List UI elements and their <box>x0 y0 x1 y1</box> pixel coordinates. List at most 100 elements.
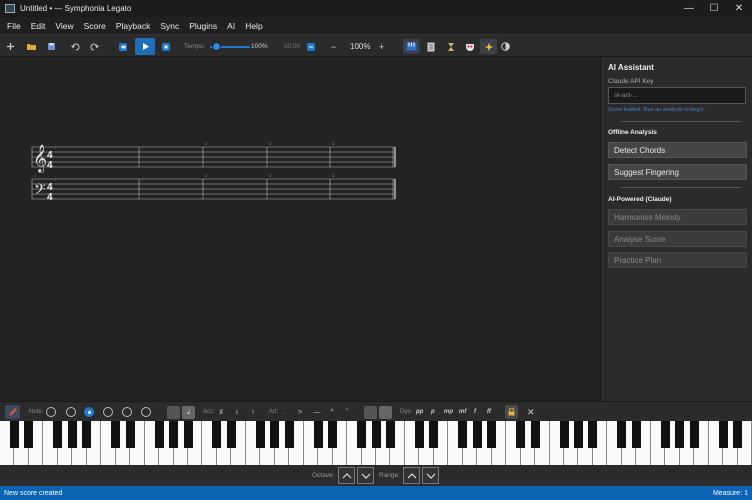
menu-sync[interactable]: Sync <box>155 21 184 31</box>
pen-icon[interactable] <box>5 405 20 419</box>
natural-button[interactable]: ♮ <box>249 405 257 419</box>
play-icon[interactable] <box>135 38 155 55</box>
flat-button[interactable]: ♭ <box>233 405 241 419</box>
detect-chords-button[interactable]: Detect Chords <box>608 142 747 158</box>
slur-toggle[interactable] <box>379 406 392 419</box>
redo-icon[interactable] <box>87 39 102 54</box>
black-key[interactable] <box>9 421 19 448</box>
black-key[interactable] <box>385 421 395 448</box>
black-key[interactable] <box>429 421 439 448</box>
black-key[interactable] <box>270 421 280 448</box>
black-key[interactable] <box>733 421 743 448</box>
staccato-button[interactable]: . <box>281 405 289 419</box>
black-key[interactable] <box>371 421 381 448</box>
minimize-button[interactable]: — <box>676 0 702 17</box>
octave-up-button[interactable] <box>338 467 355 484</box>
black-key[interactable] <box>718 421 728 448</box>
black-key[interactable] <box>631 421 641 448</box>
black-key[interactable] <box>675 421 685 448</box>
save-icon[interactable] <box>44 39 59 54</box>
black-key[interactable] <box>154 421 164 448</box>
score-view-icon[interactable] <box>423 39 438 54</box>
black-key[interactable] <box>588 421 598 448</box>
menu-edit[interactable]: Edit <box>26 21 51 31</box>
theme-toggle-icon[interactable] <box>498 39 513 54</box>
menu-playback[interactable]: Playback <box>111 21 156 31</box>
black-key[interactable] <box>82 421 92 448</box>
fermata-button[interactable]: ^ <box>328 405 336 419</box>
close-button[interactable]: ✕ <box>726 0 752 17</box>
dynamic-mf[interactable]: mf <box>459 405 466 419</box>
black-key[interactable] <box>530 421 540 448</box>
piano-keyboard[interactable] <box>0 421 752 465</box>
black-key[interactable] <box>573 421 583 448</box>
metronome-icon[interactable] <box>303 39 318 54</box>
black-key[interactable] <box>53 421 63 448</box>
tenuto-button[interactable]: — <box>312 405 322 419</box>
black-key[interactable] <box>313 421 323 448</box>
black-key[interactable] <box>487 421 497 448</box>
rest-toggle[interactable] <box>167 406 180 419</box>
menu-file[interactable]: File <box>2 21 26 31</box>
open-folder-icon[interactable] <box>24 39 39 54</box>
black-key[interactable] <box>516 421 526 448</box>
stop-icon[interactable] <box>158 39 173 54</box>
octave-down-button[interactable] <box>357 467 374 484</box>
maximize-button[interactable]: ☐ <box>701 0 727 17</box>
api-key-input[interactable]: sk-ant-... <box>608 87 746 104</box>
dynamic-p[interactable]: p <box>431 405 435 419</box>
black-key[interactable] <box>67 421 77 448</box>
new-icon[interactable] <box>3 39 18 54</box>
rewind-icon[interactable] <box>115 39 130 54</box>
lock-icon[interactable] <box>505 405 518 419</box>
black-key[interactable] <box>226 421 236 448</box>
black-key[interactable] <box>24 421 34 448</box>
black-key[interactable] <box>169 421 179 448</box>
sparkle-icon[interactable] <box>480 39 497 54</box>
black-key[interactable] <box>183 421 193 448</box>
sixteenth-note-radio[interactable] <box>122 407 132 417</box>
sharp-button[interactable]: ♯ <box>217 405 225 419</box>
accent-button[interactable]: > <box>296 405 304 419</box>
menu-score[interactable]: Score <box>79 21 111 31</box>
black-key[interactable] <box>689 421 699 448</box>
black-key[interactable] <box>111 421 121 448</box>
black-key[interactable] <box>125 421 135 448</box>
menu-view[interactable]: View <box>50 21 78 31</box>
half-note-radio[interactable] <box>66 407 76 417</box>
black-key[interactable] <box>617 421 627 448</box>
whole-note-radio[interactable] <box>46 407 56 417</box>
menu-plugins[interactable]: Plugins <box>184 21 222 31</box>
black-key[interactable] <box>559 421 569 448</box>
dynamic-ff[interactable]: ff <box>487 405 491 419</box>
dot-toggle[interactable]: 𝅘𝅥 <box>182 406 195 419</box>
dynamic-pp[interactable]: pp <box>416 405 423 419</box>
undo-icon[interactable] <box>68 39 83 54</box>
zoom-in-button[interactable]: + <box>374 39 389 54</box>
black-key[interactable] <box>284 421 294 448</box>
dynamic-f[interactable]: f <box>474 405 476 419</box>
black-key[interactable] <box>255 421 265 448</box>
black-key[interactable] <box>212 421 222 448</box>
menu-ai[interactable]: AI <box>222 21 240 31</box>
black-key[interactable] <box>458 421 468 448</box>
practice-plan-button[interactable]: Practice Plan <box>608 252 747 268</box>
range-down-button[interactable] <box>422 467 439 484</box>
analyse-score-button[interactable]: Analyse Score <box>608 231 747 247</box>
thirtysecond-note-radio[interactable] <box>141 407 151 417</box>
black-key[interactable] <box>357 421 367 448</box>
tie-toggle[interactable] <box>364 406 377 419</box>
black-key[interactable] <box>660 421 670 448</box>
marcato-button[interactable]: ˆ <box>343 405 351 419</box>
black-key[interactable] <box>472 421 482 448</box>
range-up-button[interactable] <box>403 467 420 484</box>
eighth-note-radio[interactable] <box>103 407 113 417</box>
harmonise-melody-button[interactable]: Harmonise Melody <box>608 209 747 225</box>
piano-view-icon[interactable] <box>403 39 420 54</box>
score-canvas[interactable]: 𝄞 𝄢 4 4 4 4 1 2 3 4 2 3 4 <box>0 57 600 401</box>
close-notebar-button[interactable]: ✕ <box>527 405 535 419</box>
black-key[interactable] <box>414 421 424 448</box>
quarter-note-radio[interactable] <box>84 407 94 417</box>
zoom-out-button[interactable]: − <box>326 39 341 54</box>
hourglass-icon[interactable] <box>443 39 458 54</box>
